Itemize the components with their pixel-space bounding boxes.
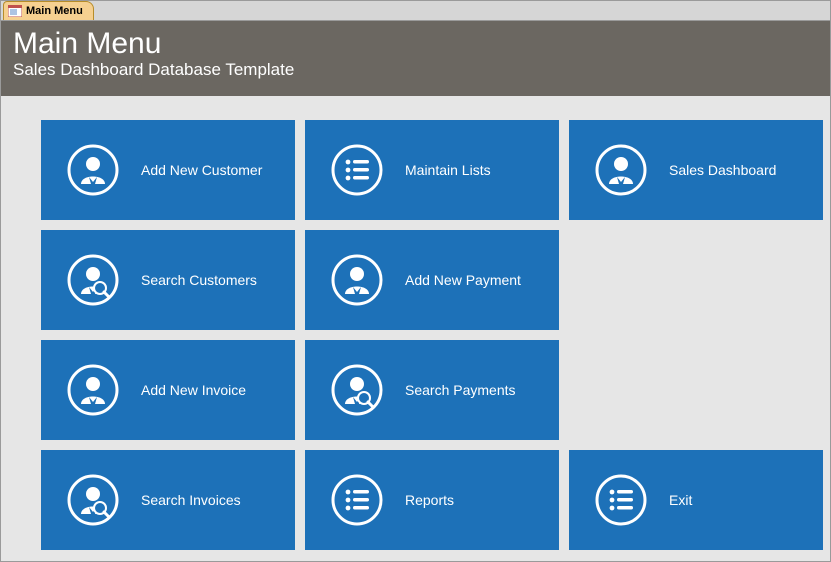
- content-area: Add New Customer Maintain Lists Sales Da…: [1, 96, 830, 550]
- tile-search-invoices[interactable]: Search Invoices: [41, 450, 295, 550]
- tile-add-new-invoice[interactable]: Add New Invoice: [41, 340, 295, 440]
- tile-label: Search Payments: [405, 382, 516, 398]
- tab-main-menu[interactable]: Main Menu: [3, 1, 94, 20]
- list-icon: [591, 474, 651, 526]
- tile-label: Add New Customer: [141, 162, 262, 178]
- person-icon: [63, 364, 123, 416]
- tile-label: Reports: [405, 492, 454, 508]
- menu-grid: Add New Customer Maintain Lists Sales Da…: [41, 120, 830, 550]
- tile-sales-dashboard[interactable]: Sales Dashboard: [569, 120, 823, 220]
- tile-add-new-customer[interactable]: Add New Customer: [41, 120, 295, 220]
- person-icon: [327, 254, 387, 306]
- tile-exit[interactable]: Exit: [569, 450, 823, 550]
- list-icon: [327, 474, 387, 526]
- tile-label: Exit: [669, 492, 692, 508]
- tab-bar: Main Menu: [1, 1, 830, 21]
- person-search-icon: [63, 474, 123, 526]
- tab-label: Main Menu: [26, 5, 83, 17]
- page-subtitle: Sales Dashboard Database Template: [13, 60, 818, 80]
- tile-label: Add New Payment: [405, 272, 521, 288]
- person-search-icon: [327, 364, 387, 416]
- tile-label: Search Invoices: [141, 492, 241, 508]
- tile-add-new-payment[interactable]: Add New Payment: [305, 230, 559, 330]
- person-icon: [591, 144, 651, 196]
- tile-search-payments[interactable]: Search Payments: [305, 340, 559, 440]
- tile-label: Search Customers: [141, 272, 257, 288]
- tile-reports[interactable]: Reports: [305, 450, 559, 550]
- header: Main Menu Sales Dashboard Database Templ…: [1, 21, 830, 96]
- page-title: Main Menu: [13, 27, 818, 60]
- person-icon: [63, 144, 123, 196]
- form-icon: [8, 5, 22, 17]
- person-search-icon: [63, 254, 123, 306]
- tile-maintain-lists[interactable]: Maintain Lists: [305, 120, 559, 220]
- tile-search-customers[interactable]: Search Customers: [41, 230, 295, 330]
- tile-label: Sales Dashboard: [669, 162, 776, 178]
- tile-label: Add New Invoice: [141, 382, 246, 398]
- tile-label: Maintain Lists: [405, 162, 491, 178]
- list-icon: [327, 144, 387, 196]
